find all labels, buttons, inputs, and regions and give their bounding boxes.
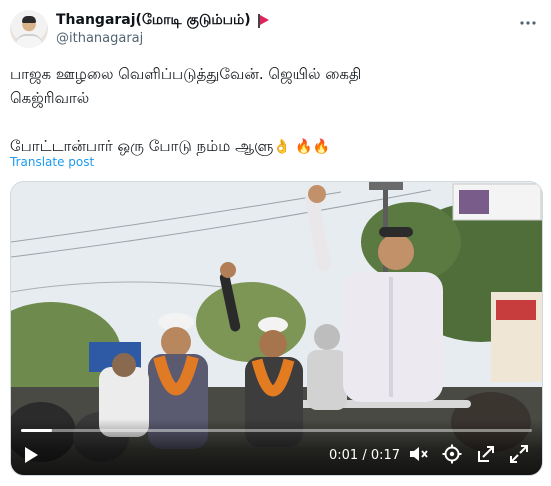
video-player[interactable]: 0:01 / 0:17	[10, 181, 543, 476]
settings-icon[interactable]	[441, 443, 463, 465]
tweet-text: பாஜக ஊழலை வெளிப்படுத்துவேன். ஜெயில் கைதி…	[10, 62, 530, 159]
avatar-hair	[22, 16, 36, 23]
more-options-icon[interactable]	[519, 14, 537, 36]
current-time: 0:01	[329, 448, 359, 463]
popout-icon[interactable]	[475, 443, 497, 465]
display-name[interactable]: Thangaraj(மோடி குடும்பம்)	[56, 12, 251, 30]
avatar[interactable]	[10, 10, 48, 48]
user-handle[interactable]: @ithanagaraj	[56, 31, 143, 46]
mute-icon[interactable]	[407, 443, 429, 465]
fullscreen-icon[interactable]	[508, 443, 530, 465]
time-separator: /	[362, 448, 367, 463]
tweet-line-2: கெஜ்ரிவால்	[10, 89, 90, 107]
tweet-emojis: 👌 🔥🔥	[273, 139, 331, 155]
tweet-line-1: பாஜக ஊழலை வெளிப்படுத்துவேன். ஜெயில் கைதி	[10, 65, 362, 83]
author-name-row: Thangaraj(மோடி குடும்பம்)	[56, 12, 269, 30]
video-time: 0:01 / 0:17	[329, 448, 400, 463]
video-progress-fill	[21, 429, 52, 432]
play-icon[interactable]	[25, 447, 38, 463]
avatar-shirt	[16, 34, 42, 48]
translate-post-link[interactable]: Translate post	[10, 155, 94, 169]
flag-icon	[257, 14, 269, 28]
tweet-line-3: போட்டான்பார் ஒரு போடு நம்ம ஆளு	[10, 137, 274, 155]
video-progress-bar[interactable]	[21, 429, 532, 432]
video-controls: 0:01 / 0:17	[11, 419, 542, 475]
duration: 0:17	[370, 448, 401, 463]
